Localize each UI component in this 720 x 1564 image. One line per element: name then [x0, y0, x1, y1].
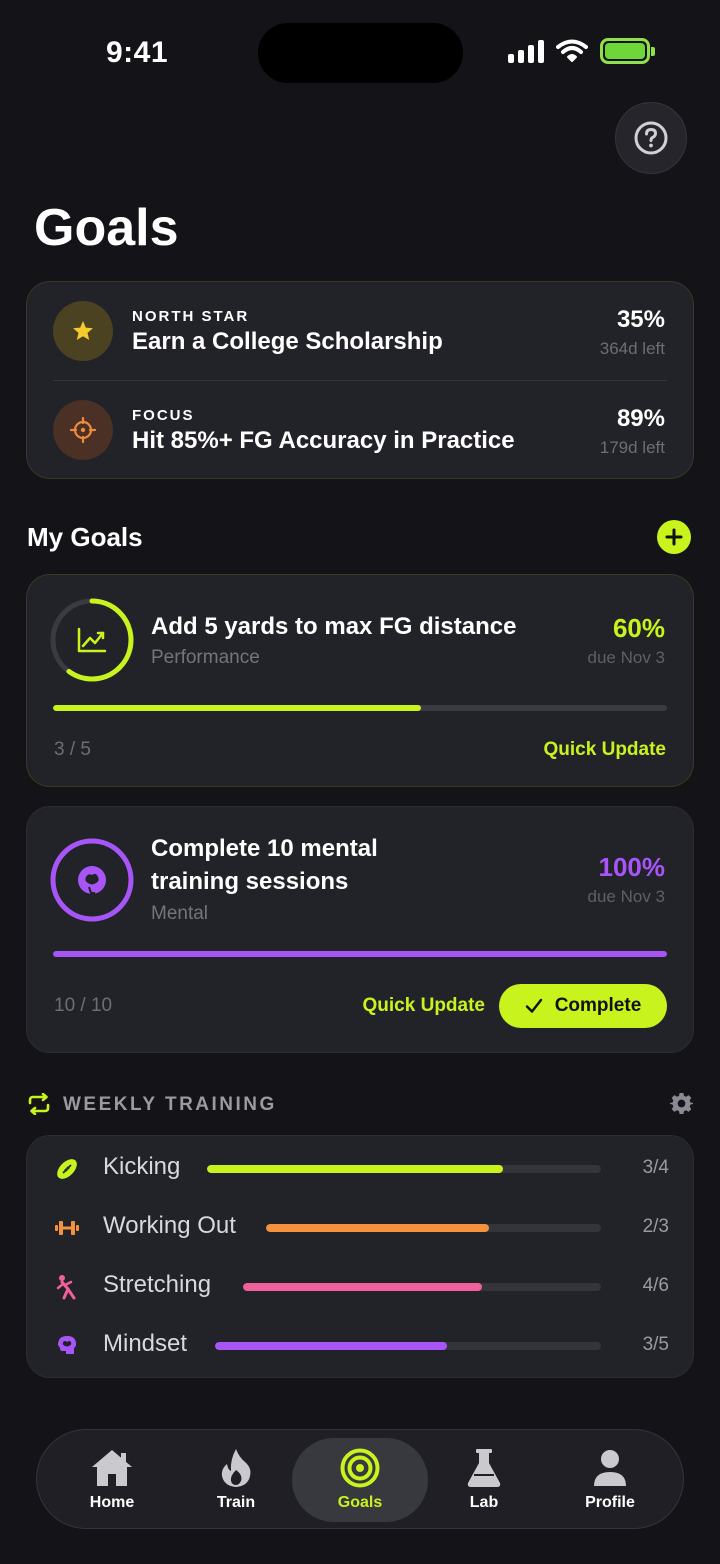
north-star-card: NORTH STAR Earn a College Scholarship 35…: [26, 281, 694, 479]
flame-icon: [221, 1449, 251, 1487]
flask-icon: [467, 1449, 501, 1487]
training-row-working-out[interactable]: Working Out 2/3: [27, 1207, 693, 1247]
stretch-icon: [56, 1275, 76, 1300]
repeat-icon: [28, 1093, 50, 1115]
goal-progress-bar: [53, 951, 667, 957]
battery-icon: [600, 38, 655, 64]
quick-update-button[interactable]: Quick Update: [544, 739, 666, 761]
goal-due-date: due Nov 3: [587, 648, 666, 667]
north-star-row[interactable]: NORTH STAR Earn a College Scholarship 35…: [27, 282, 693, 380]
goal-category: Performance: [151, 647, 260, 668]
training-count: 3/5: [642, 1334, 669, 1355]
help-button[interactable]: [615, 102, 687, 174]
training-label: Kicking: [103, 1153, 181, 1180]
brain-icon: [78, 866, 106, 894]
tab-label: Lab: [469, 1494, 499, 1511]
north-star-title: Earn a College Scholarship: [132, 328, 443, 355]
training-progress-bar: [215, 1342, 601, 1350]
training-row-kicking[interactable]: Kicking 3/4: [27, 1148, 693, 1188]
question-icon: [634, 121, 668, 155]
training-label: Mindset: [103, 1330, 188, 1357]
training-progress-bar: [266, 1224, 601, 1232]
quick-update-button[interactable]: Quick Update: [363, 995, 485, 1017]
goal-due-date: due Nov 3: [587, 887, 666, 906]
focus-title: Hit 85%+ FG Accuracy in Practice: [132, 427, 515, 454]
tab-label: Home: [89, 1494, 135, 1511]
goal-card[interactable]: Complete 10 mental training sessions Men…: [26, 806, 694, 1053]
north-star-percent: 35%: [616, 306, 665, 333]
add-goal-button[interactable]: [657, 520, 691, 554]
focus-row[interactable]: FOCUS Hit 85%+ FG Accuracy in Practice 8…: [27, 381, 693, 479]
goal-count: 3 / 5: [54, 739, 91, 760]
goal-percent: 100%: [598, 852, 666, 882]
goal-title: Add 5 yards to max FG distance: [151, 613, 517, 640]
brain-icon: [58, 1336, 76, 1354]
plus-icon: [665, 528, 683, 546]
weekly-training-card: Kicking 3/4 Working Out 2/3 Stretching 4…: [26, 1135, 694, 1378]
target-icon: [53, 400, 113, 460]
tab-lab[interactable]: Lab: [416, 1438, 552, 1522]
weekly-training-title: WEEKLY TRAINING: [63, 1094, 277, 1115]
training-count: 2/3: [642, 1216, 669, 1237]
gear-icon[interactable]: [670, 1092, 693, 1115]
focus-label: FOCUS: [132, 407, 195, 424]
focus-days-left: 179d left: [599, 438, 665, 457]
north-star-days-left: 364d left: [599, 339, 665, 358]
dynamic-island: [258, 23, 463, 83]
training-progress-bar: [207, 1165, 601, 1173]
target-icon: [340, 1448, 380, 1488]
my-goals-title: My Goals: [27, 522, 143, 552]
training-row-mindset[interactable]: Mindset 3/5: [27, 1325, 693, 1365]
tab-label: Goals: [337, 1494, 383, 1511]
training-count: 4/6: [642, 1275, 669, 1296]
football-icon: [57, 1159, 77, 1179]
north-star-label: NORTH STAR: [132, 308, 250, 325]
goal-card[interactable]: Add 5 yards to max FG distance Performan…: [26, 574, 694, 787]
dumbbell-icon: [55, 1221, 79, 1235]
training-progress-bar: [243, 1283, 601, 1291]
wifi-icon: [556, 39, 588, 62]
person-icon: [594, 1450, 626, 1486]
training-label: Stretching: [103, 1271, 212, 1298]
tab-goals[interactable]: Goals: [292, 1438, 428, 1522]
tab-profile[interactable]: Profile: [542, 1438, 678, 1522]
complete-button[interactable]: Complete: [499, 984, 667, 1028]
progress-ring: [50, 838, 134, 922]
training-row-stretching[interactable]: Stretching 4/6: [27, 1266, 693, 1306]
status-time: 9:41: [106, 36, 169, 69]
progress-ring: [50, 598, 134, 682]
goal-progress-bar: [53, 705, 667, 711]
training-label: Working Out: [103, 1212, 236, 1239]
complete-label: Complete: [554, 995, 642, 1016]
goal-count: 10 / 10: [54, 995, 113, 1016]
checkmark-icon: [525, 998, 542, 1013]
goal-title-line2: training sessions: [151, 868, 349, 895]
goal-title-line1: Complete 10 mental: [151, 835, 378, 862]
cellular-signal-icon: [508, 39, 544, 63]
star-icon: [53, 301, 113, 361]
home-icon: [92, 1450, 132, 1486]
focus-percent: 89%: [616, 405, 665, 432]
page-title: Goals: [34, 199, 179, 257]
tab-home[interactable]: Home: [44, 1438, 180, 1522]
training-count: 3/4: [642, 1157, 669, 1178]
chart-icon: [77, 627, 107, 653]
tab-label: Train: [216, 1494, 256, 1511]
goal-category: Mental: [151, 903, 209, 924]
tab-train[interactable]: Train: [168, 1438, 304, 1522]
tab-label: Profile: [585, 1494, 635, 1511]
status-icons: [508, 38, 655, 64]
tab-bar: Home Train Goals Lab Profile: [36, 1429, 684, 1529]
goal-percent: 60%: [612, 613, 665, 643]
